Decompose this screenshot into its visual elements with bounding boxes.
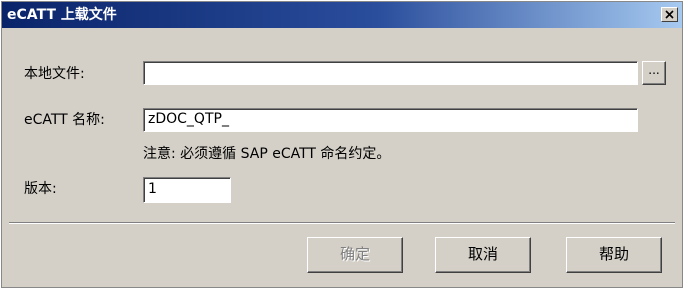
help-button[interactable]: 帮助: [566, 237, 662, 273]
local-file-label: 本地文件:: [24, 66, 85, 82]
cancel-button[interactable]: 取消: [435, 237, 531, 273]
ecatt-name-label: eCATT 名称:: [24, 112, 105, 128]
close-icon: [665, 10, 674, 19]
ecatt-name-input[interactable]: zDOC_QTP_: [143, 108, 638, 132]
window-title: eCATT 上载文件: [7, 7, 117, 23]
naming-note: 注意: 必须遵循 SAP eCATT 命名约定。: [143, 146, 391, 162]
version-label: 版本:: [24, 181, 57, 197]
ecatt-upload-dialog: eCATT 上载文件 本地文件: ... eCATT 名称: zDOC_QTP_…: [1, 1, 683, 288]
local-file-input[interactable]: [143, 61, 638, 85]
browse-button[interactable]: ...: [642, 61, 666, 85]
ok-button[interactable]: 确定: [307, 237, 403, 273]
separator: [9, 222, 675, 224]
version-input[interactable]: 1: [143, 177, 231, 203]
close-button[interactable]: [661, 7, 678, 22]
title-bar[interactable]: eCATT 上载文件: [2, 2, 682, 28]
